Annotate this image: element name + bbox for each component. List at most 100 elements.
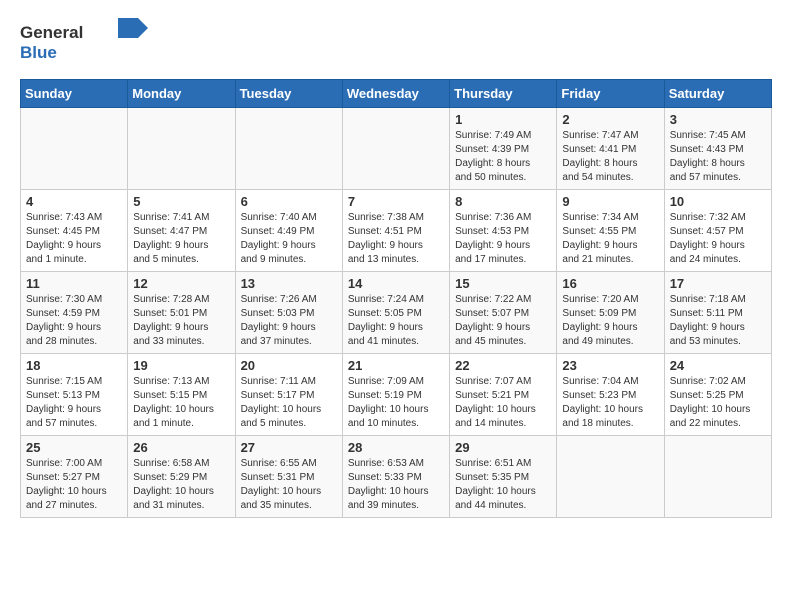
day-info: Sunrise: 7:36 AM Sunset: 4:53 PM Dayligh… — [455, 211, 551, 267]
day-number: 15 — [455, 276, 551, 291]
day-info: Sunrise: 7:11 AM Sunset: 5:17 PM Dayligh… — [241, 375, 337, 431]
svg-text:General: General — [20, 23, 83, 42]
day-number: 1 — [455, 112, 551, 127]
day-number: 16 — [562, 276, 658, 291]
day-of-week-header: Thursday — [450, 80, 557, 108]
day-of-week-header: Wednesday — [342, 80, 449, 108]
calendar-cell — [128, 108, 235, 190]
calendar-cell: 10Sunrise: 7:32 AM Sunset: 4:57 PM Dayli… — [664, 190, 771, 272]
day-info: Sunrise: 7:45 AM Sunset: 4:43 PM Dayligh… — [670, 129, 766, 185]
calendar-cell: 24 Sunrise: 7:02 AM Sunset: 5:25 PM Dayli… — [664, 354, 771, 436]
day-number: 8 — [455, 194, 551, 209]
day-info: Sunrise: 7:47 AM Sunset: 4:41 PM Dayligh… — [562, 129, 658, 185]
calendar-cell: 5Sunrise: 7:41 AM Sunset: 4:47 PM Daylig… — [128, 190, 235, 272]
day-info: Sunrise: 6:51 AM Sunset: 5:35 PM Dayligh… — [455, 457, 551, 513]
calendar-cell: 20Sunrise: 7:11 AM Sunset: 5:17 PM Dayli… — [235, 354, 342, 436]
calendar-cell — [342, 108, 449, 190]
calendar-cell: 12Sunrise: 7:28 AM Sunset: 5:01 PM Dayli… — [128, 272, 235, 354]
day-of-week-header: Saturday — [664, 80, 771, 108]
day-of-week-header: Monday — [128, 80, 235, 108]
calendar-cell: 15 Sunrise: 7:22 AM Sunset: 5:07 PM Dayli… — [450, 272, 557, 354]
day-info: Sunrise: 7:20 AM Sunset: 5:09 PM Dayligh… — [562, 293, 658, 349]
day-number: 24 — [670, 358, 766, 373]
calendar-cell — [21, 108, 128, 190]
calendar-cell: 27 Sunrise: 6:55 AM Sunset: 5:31 PM Dayli… — [235, 436, 342, 518]
day-number: 7 — [348, 194, 444, 209]
day-number: 23 — [562, 358, 658, 373]
week-row: 18Sunrise: 7:15 AM Sunset: 5:13 PM Dayli… — [21, 354, 772, 436]
week-row: 25 Sunrise: 7:00 AM Sunset: 5:27 PM Dayli… — [21, 436, 772, 518]
day-of-week-header: Friday — [557, 80, 664, 108]
calendar-cell: 16 Sunrise: 7:20 AM Sunset: 5:09 PM Dayli… — [557, 272, 664, 354]
calendar-cell: 29 Sunrise: 6:51 AM Sunset: 5:35 PM Dayli… — [450, 436, 557, 518]
calendar-cell: 1 Sunrise: 7:49 AM Sunset: 4:39 PM Daylig… — [450, 108, 557, 190]
calendar-cell: 7 Sunrise: 7:38 AM Sunset: 4:51 PM Daylig… — [342, 190, 449, 272]
day-info: Sunrise: 6:53 AM Sunset: 5:33 PM Dayligh… — [348, 457, 444, 513]
day-info: Sunrise: 7:07 AM Sunset: 5:21 PM Dayligh… — [455, 375, 551, 431]
day-number: 5 — [133, 194, 229, 209]
calendar-table: SundayMondayTuesdayWednesdayThursdayFrid… — [20, 79, 772, 518]
day-number: 3 — [670, 112, 766, 127]
day-info: Sunrise: 7:26 AM Sunset: 5:03 PM Dayligh… — [241, 293, 337, 349]
day-info: Sunrise: 7:22 AM Sunset: 5:07 PM Dayligh… — [455, 293, 551, 349]
day-info: Sunrise: 7:09 AM Sunset: 5:19 PM Dayligh… — [348, 375, 444, 431]
day-number: 26 — [133, 440, 229, 455]
day-number: 25 — [26, 440, 122, 455]
week-row: 1 Sunrise: 7:49 AM Sunset: 4:39 PM Daylig… — [21, 108, 772, 190]
day-of-week-header: Sunday — [21, 80, 128, 108]
page: General Blue SundayMondayTuesdayWednesda… — [0, 0, 792, 534]
day-info: Sunrise: 7:24 AM Sunset: 5:05 PM Dayligh… — [348, 293, 444, 349]
calendar-cell: 22Sunrise: 7:07 AM Sunset: 5:21 PM Dayli… — [450, 354, 557, 436]
day-of-week-header: Tuesday — [235, 80, 342, 108]
header-row: SundayMondayTuesdayWednesdayThursdayFrid… — [21, 80, 772, 108]
day-number: 13 — [241, 276, 337, 291]
day-number: 4 — [26, 194, 122, 209]
calendar-cell — [557, 436, 664, 518]
calendar-cell: 3 Sunrise: 7:45 AM Sunset: 4:43 PM Daylig… — [664, 108, 771, 190]
logo: General Blue — [20, 16, 150, 71]
day-number: 14 — [348, 276, 444, 291]
day-info: Sunrise: 7:02 AM Sunset: 5:25 PM Dayligh… — [670, 375, 766, 431]
day-number: 29 — [455, 440, 551, 455]
calendar-cell: 11 Sunrise: 7:30 AM Sunset: 4:59 PM Dayli… — [21, 272, 128, 354]
day-info: Sunrise: 7:00 AM Sunset: 5:27 PM Dayligh… — [26, 457, 122, 513]
day-info: Sunrise: 7:43 AM Sunset: 4:45 PM Dayligh… — [26, 211, 122, 267]
calendar-cell: 2 Sunrise: 7:47 AM Sunset: 4:41 PM Daylig… — [557, 108, 664, 190]
day-info: Sunrise: 7:15 AM Sunset: 5:13 PM Dayligh… — [26, 375, 122, 431]
day-number: 17 — [670, 276, 766, 291]
week-row: 4 Sunrise: 7:43 AM Sunset: 4:45 PM Daylig… — [21, 190, 772, 272]
calendar-cell: 9Sunrise: 7:34 AM Sunset: 4:55 PM Daylig… — [557, 190, 664, 272]
day-number: 9 — [562, 194, 658, 209]
calendar-cell: 28Sunrise: 6:53 AM Sunset: 5:33 PM Dayli… — [342, 436, 449, 518]
calendar-cell: 14 Sunrise: 7:24 AM Sunset: 5:05 PM Dayli… — [342, 272, 449, 354]
calendar-cell: 26 Sunrise: 6:58 AM Sunset: 5:29 PM Dayli… — [128, 436, 235, 518]
week-row: 11 Sunrise: 7:30 AM Sunset: 4:59 PM Dayli… — [21, 272, 772, 354]
logo-svg: General Blue — [20, 16, 150, 66]
day-info: Sunrise: 7:04 AM Sunset: 5:23 PM Dayligh… — [562, 375, 658, 431]
calendar-cell: 13 Sunrise: 7:26 AM Sunset: 5:03 PM Dayli… — [235, 272, 342, 354]
day-info: Sunrise: 7:30 AM Sunset: 4:59 PM Dayligh… — [26, 293, 122, 349]
calendar-cell: 17Sunrise: 7:18 AM Sunset: 5:11 PM Dayli… — [664, 272, 771, 354]
calendar-cell: 8 Sunrise: 7:36 AM Sunset: 4:53 PM Daylig… — [450, 190, 557, 272]
calendar-cell — [235, 108, 342, 190]
day-number: 11 — [26, 276, 122, 291]
day-info: Sunrise: 7:28 AM Sunset: 5:01 PM Dayligh… — [133, 293, 229, 349]
day-number: 19 — [133, 358, 229, 373]
day-number: 6 — [241, 194, 337, 209]
day-number: 27 — [241, 440, 337, 455]
calendar-cell: 25 Sunrise: 7:00 AM Sunset: 5:27 PM Dayli… — [21, 436, 128, 518]
day-info: Sunrise: 7:40 AM Sunset: 4:49 PM Dayligh… — [241, 211, 337, 267]
day-info: Sunrise: 7:38 AM Sunset: 4:51 PM Dayligh… — [348, 211, 444, 267]
day-info: Sunrise: 6:55 AM Sunset: 5:31 PM Dayligh… — [241, 457, 337, 513]
day-number: 21 — [348, 358, 444, 373]
calendar-cell: 19 Sunrise: 7:13 AM Sunset: 5:15 PM Dayli… — [128, 354, 235, 436]
day-info: Sunrise: 7:13 AM Sunset: 5:15 PM Dayligh… — [133, 375, 229, 431]
calendar-cell — [664, 436, 771, 518]
day-info: Sunrise: 6:58 AM Sunset: 5:29 PM Dayligh… — [133, 457, 229, 513]
svg-text:Blue: Blue — [20, 43, 57, 62]
day-info: Sunrise: 7:32 AM Sunset: 4:57 PM Dayligh… — [670, 211, 766, 267]
day-info: Sunrise: 7:49 AM Sunset: 4:39 PM Dayligh… — [455, 129, 551, 185]
day-number: 2 — [562, 112, 658, 127]
calendar-cell: 4 Sunrise: 7:43 AM Sunset: 4:45 PM Daylig… — [21, 190, 128, 272]
calendar-cell: 18Sunrise: 7:15 AM Sunset: 5:13 PM Dayli… — [21, 354, 128, 436]
